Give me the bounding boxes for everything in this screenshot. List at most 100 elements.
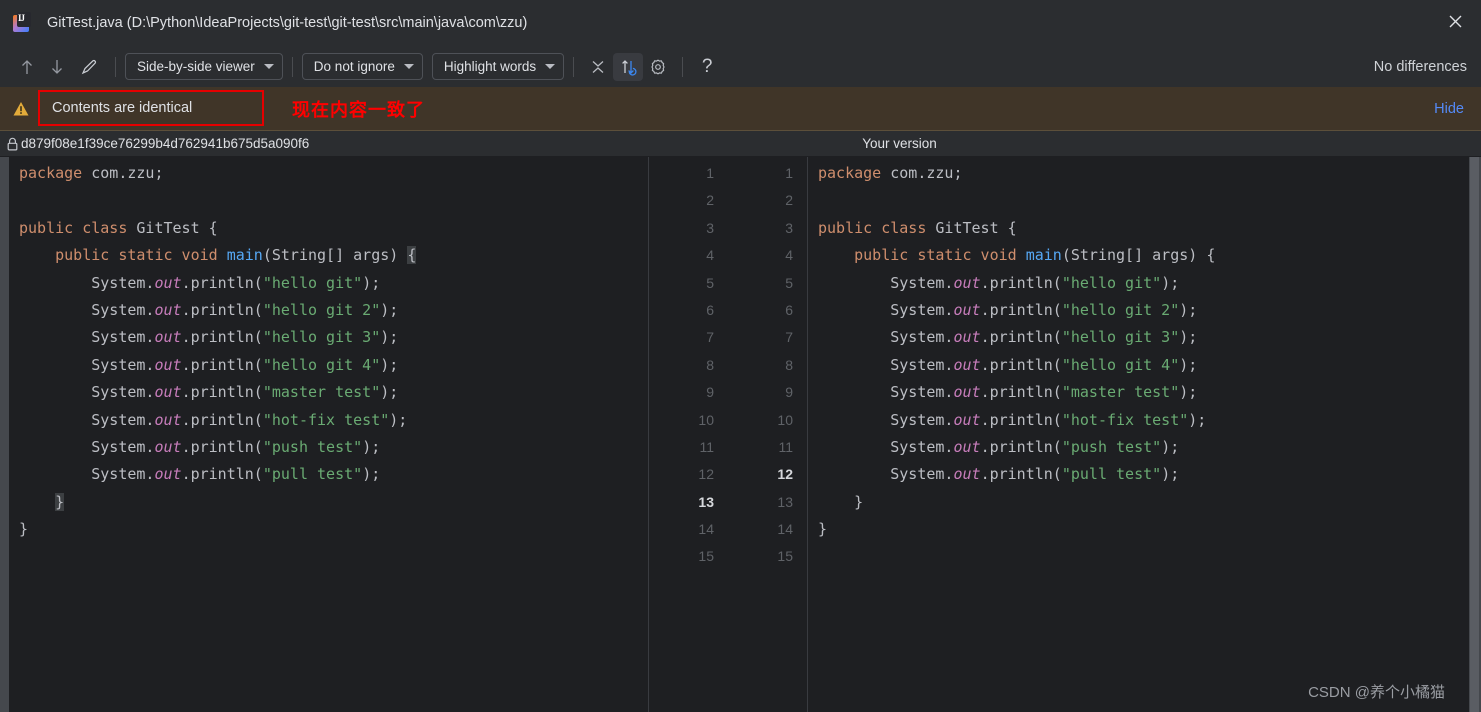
viewer-mode-dropdown[interactable]: Side-by-side viewer <box>125 53 283 80</box>
left-gutter-numbers: 1 2 3 4 5 6 7 8 9 10 11 12 13 14 15 <box>649 157 728 571</box>
diff-toolbar: Side-by-side viewer Do not ignore Highli… <box>0 46 1481 87</box>
code-line: public static void main(String[] args) { <box>808 242 1469 269</box>
lock-icon <box>6 137 19 151</box>
code-token: out <box>154 300 182 319</box>
code-token: out <box>154 273 182 292</box>
code-token: ); <box>380 355 399 374</box>
code-token: System. <box>19 355 155 374</box>
collapse-unchanged-icon[interactable] <box>583 53 613 81</box>
left-annotation-strip[interactable] <box>0 157 9 712</box>
left-pane-revision: d879f08e1f39ce76299b4d762941b675d5a090f6 <box>21 136 310 151</box>
help-glyph: ? <box>701 55 713 77</box>
line-number: 12 <box>777 466 793 483</box>
code-token: System. <box>19 437 155 456</box>
code-token: main <box>226 246 263 265</box>
toolbar-divider-1 <box>115 56 116 77</box>
code-token: ); <box>1179 328 1198 347</box>
left-code-lines: package com.zzu; public class GitTest { … <box>9 157 648 571</box>
code-token: "push test" <box>262 437 363 456</box>
code-token: System. <box>818 300 954 319</box>
gear-icon[interactable] <box>643 53 673 81</box>
line-number: 11 <box>778 438 793 455</box>
line-number: 9 <box>706 384 714 401</box>
code-token: .println( <box>980 437 1062 456</box>
code-token: "master test" <box>262 383 381 402</box>
code-line: System.out.println("master test"); <box>808 379 1469 406</box>
code-token: .println( <box>181 328 263 347</box>
toolbar-divider-4 <box>682 56 684 77</box>
code-line: System.out.println("hello git 4"); <box>9 352 648 379</box>
code-token: "hello git 2" <box>1061 300 1180 319</box>
code-token: "hello git 3" <box>1061 328 1180 347</box>
line-number: 10 <box>777 411 793 428</box>
code-line: System.out.println("hello git 3"); <box>808 324 1469 351</box>
hide-notification-link[interactable]: Hide <box>1434 101 1464 117</box>
chevron-down-icon <box>263 64 274 69</box>
code-token: ); <box>362 465 381 484</box>
code-token: System. <box>818 383 954 402</box>
line-number: 1 <box>706 165 714 181</box>
diff-body: package com.zzu; public class GitTest { … <box>0 157 1481 712</box>
code-token: .println( <box>181 300 263 319</box>
code-line: System.out.println("hello git 2"); <box>808 297 1469 324</box>
code-token: ); <box>1179 300 1198 319</box>
synchronize-scroll-icon[interactable] <box>613 52 644 81</box>
chevron-down-icon <box>545 64 556 69</box>
code-token: "hello git 3" <box>262 328 381 347</box>
code-line: System.out.println("hot-fix test"); <box>808 407 1469 434</box>
highlight-mode-dropdown[interactable]: Highlight words <box>431 53 565 80</box>
line-number: 2 <box>785 192 793 209</box>
code-token: ); <box>1161 465 1180 484</box>
arrow-up-icon[interactable] <box>12 53 42 81</box>
ignore-mode-dropdown[interactable]: Do not ignore <box>301 53 423 80</box>
code-token: out <box>953 328 981 347</box>
line-number: 6 <box>706 301 714 318</box>
code-token: System. <box>19 273 155 292</box>
code-line: System.out.println("pull test"); <box>9 461 648 488</box>
title-bar: IJ GitTest.java (D:\Python\IdeaProjects\… <box>0 0 1481 46</box>
close-icon[interactable] <box>1429 0 1481 42</box>
code-token: System. <box>818 355 954 374</box>
line-number: 8 <box>706 356 714 373</box>
code-token: "pull test" <box>262 465 363 484</box>
scrollbar-thumb[interactable] <box>1470 157 1479 712</box>
question-mark-icon[interactable]: ? <box>692 53 722 81</box>
line-number: 1 <box>785 165 793 181</box>
line-number: 13 <box>698 493 714 510</box>
line-number: 7 <box>785 329 793 346</box>
code-line: System.out.println("pull test"); <box>808 461 1469 488</box>
left-pane-header: d879f08e1f39ce76299b4d762941b675d5a090f6 <box>0 136 648 151</box>
code-token: main <box>1025 246 1062 265</box>
code-token: ); <box>1179 355 1198 374</box>
code-token: "pull test" <box>1061 465 1162 484</box>
code-token: ); <box>380 328 399 347</box>
code-line: System.out.println("hello git"); <box>808 270 1469 297</box>
code-token: "hot-fix test" <box>1061 410 1189 429</box>
code-token: System. <box>19 328 155 347</box>
code-token: GitTest { <box>926 218 1017 237</box>
left-code-pane[interactable]: package com.zzu; public class GitTest { … <box>9 157 648 712</box>
code-token: } <box>854 492 864 511</box>
code-token: com.zzu; <box>881 164 963 182</box>
code-line: package com.zzu; <box>808 160 1469 187</box>
code-token: { <box>407 246 417 265</box>
code-token: (String[] args) { <box>1061 246 1216 265</box>
arrow-down-icon[interactable] <box>42 53 72 81</box>
code-token: out <box>953 273 981 292</box>
vertical-scrollbar[interactable] <box>1469 157 1481 712</box>
right-code-pane[interactable]: package com.zzu; public class GitTest { … <box>808 157 1469 712</box>
pencil-icon[interactable] <box>72 53 106 81</box>
line-number: 12 <box>698 466 714 483</box>
line-number: 4 <box>706 247 714 264</box>
line-number: 3 <box>785 219 793 236</box>
code-token: ); <box>1161 437 1180 456</box>
code-token: public class <box>818 218 927 237</box>
app-icon-label: IJ <box>18 13 25 23</box>
code-token: out <box>154 465 182 484</box>
code-token: "hot-fix test" <box>262 410 390 429</box>
code-token: System. <box>19 383 155 402</box>
code-token: package <box>19 164 83 182</box>
line-number: 15 <box>777 548 793 565</box>
